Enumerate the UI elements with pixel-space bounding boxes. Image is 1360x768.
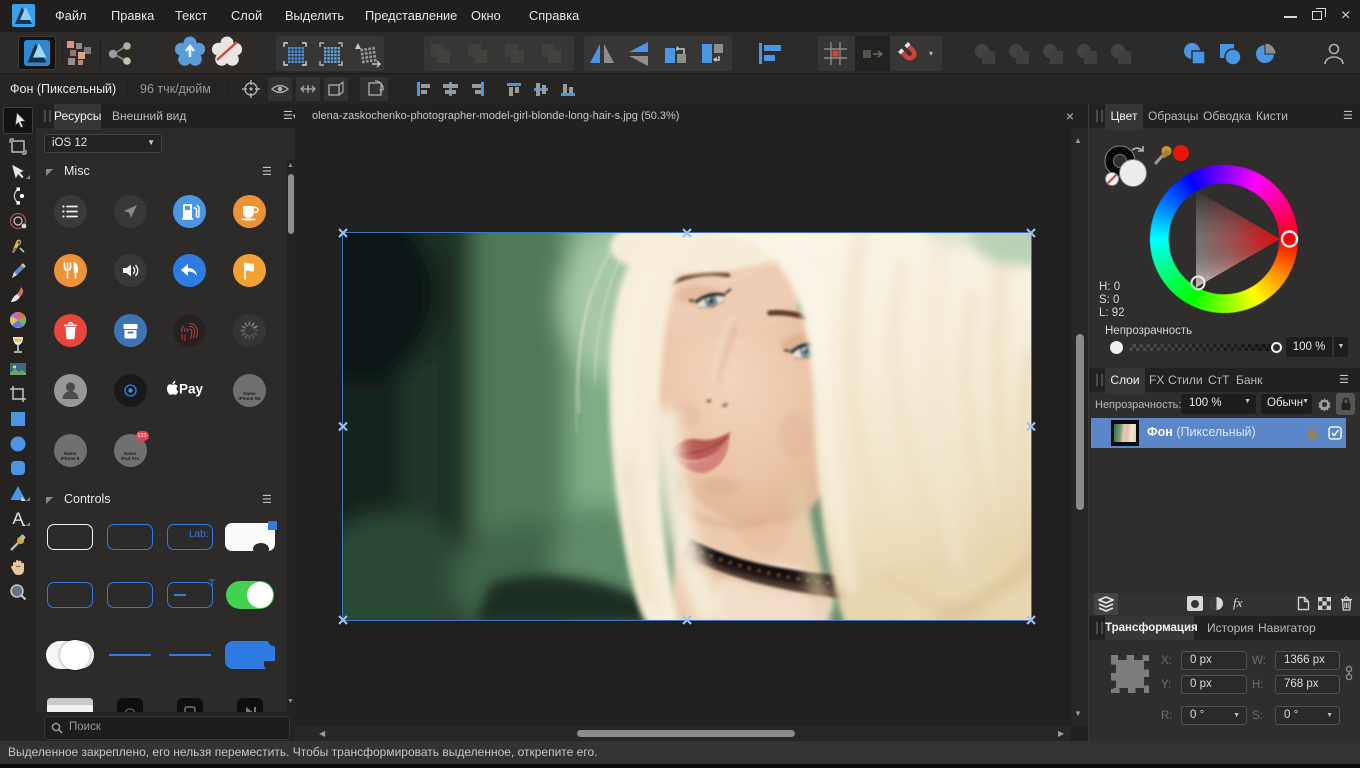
svg-text:Pay: Pay bbox=[179, 381, 204, 396]
